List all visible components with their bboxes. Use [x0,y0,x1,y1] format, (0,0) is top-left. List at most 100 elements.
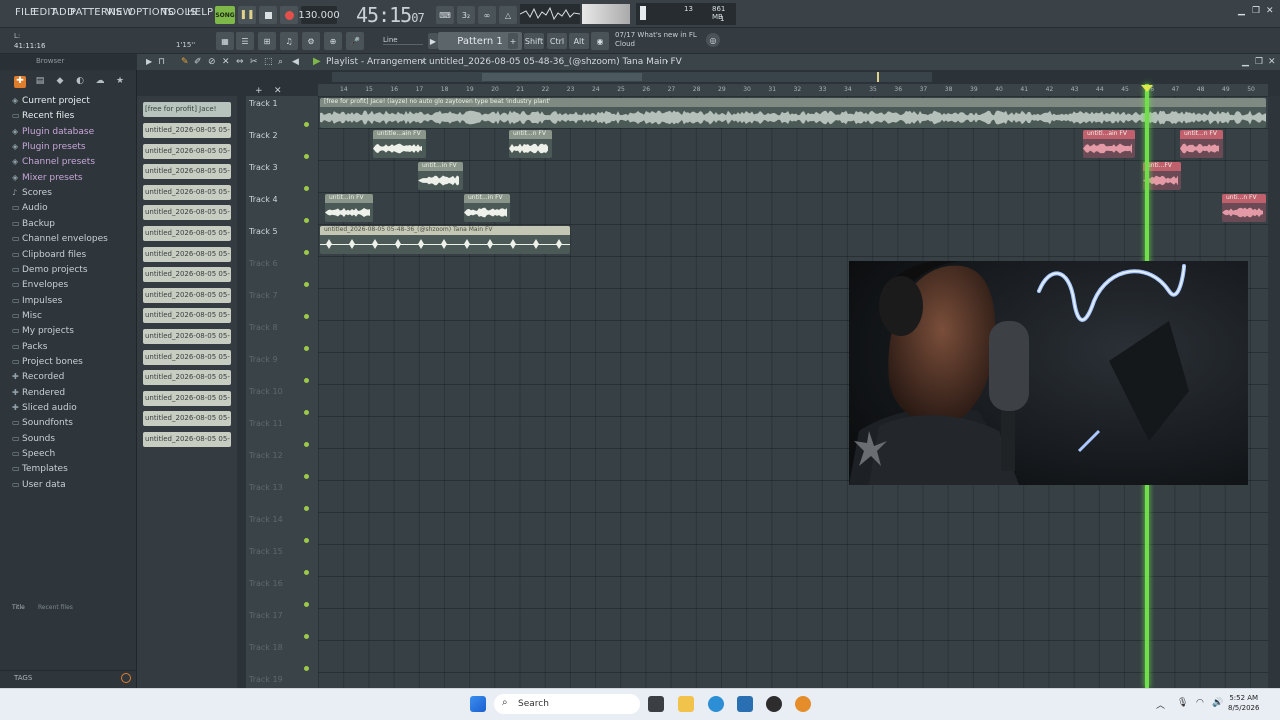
track-label[interactable]: Track 15 [249,547,283,556]
clip-track5-vocal[interactable]: untitled_2026-08-05 05-48-36_(@shzoom) T… [320,226,570,254]
clip-track4-a[interactable]: untit...in FV [325,194,373,222]
track-label[interactable]: Track 7 [249,291,278,300]
picker-item[interactable]: untitled_2026-08-05 05- [143,123,231,138]
typing-keyboard-icon[interactable]: ⌨ [436,6,454,24]
clip-track4-b[interactable]: untit...in FV [464,194,510,222]
step-icon[interactable]: 3₂ [457,6,475,24]
task-view-icon[interactable] [648,696,664,712]
picker-item[interactable]: untitled_2026-08-05 05- [143,287,231,303]
wifi-icon[interactable]: ◠ [1196,698,1204,708]
record-button[interactable] [280,6,298,24]
browser-item-audio[interactable]: ▭ Audio [12,203,48,213]
browser-item-packs[interactable]: ▭ Packs [12,342,47,352]
pause-button[interactable]: ❚❚ [238,6,256,24]
playlist-menu-icon[interactable]: ▶ [146,57,152,66]
playlist-close-icon[interactable]: ✕ [1268,57,1276,67]
overview-window[interactable] [482,73,642,81]
track-label[interactable]: Track 14 [249,515,283,524]
picker-item[interactable]: untitled_2026-08-05 05- [143,184,231,200]
news-panel[interactable]: 07/17 What's new in FL Cloud [615,31,697,49]
track-mute-led[interactable] [304,186,309,191]
track-label[interactable]: Track 18 [249,643,283,652]
plugin-picker-icon[interactable]: ⚙ [302,32,320,50]
track-label[interactable]: Track 3 [249,163,278,172]
track-label[interactable]: Track 1 [249,99,278,108]
browser-item-channel-presets[interactable]: ◈ Channel presets [12,157,95,167]
tempo-display[interactable]: 130.000 [298,6,340,24]
slice-tool-icon[interactable]: ✂ [250,57,258,67]
picker-item[interactable]: untitled_2026-08-05 05- [143,205,231,221]
playlist-overview[interactable] [332,72,932,82]
song-position-display[interactable]: 45:1507 [356,3,425,27]
browser-item-mixer-presets[interactable]: ◈ Mixer presets [12,173,83,183]
browser-item-soundfonts[interactable]: ▭ Soundfonts [12,418,73,428]
track-mute-led[interactable] [304,442,309,447]
picker-item[interactable]: untitled_2026-08-05 05- [143,411,231,427]
browser-item-rendered[interactable]: ✚ Rendered [12,388,65,398]
fl-studio-icon[interactable] [795,696,811,712]
playlist-play-icon[interactable]: ▶ [313,56,321,67]
browser-files-icon[interactable]: ▤ [34,76,46,88]
playlist-scrollbar[interactable] [1268,96,1280,688]
track-mute-led[interactable] [304,346,309,351]
browser-item-current-project[interactable]: ◈ Current project [12,96,90,106]
store-icon[interactable] [737,696,753,712]
zoom-tool-icon[interactable]: ⌕ [278,57,283,67]
delete-tool-icon[interactable]: ⊘ [208,57,216,67]
picker-item[interactable]: untitled_2026-08-05 05- [143,246,231,262]
close-icon[interactable]: ✕ [1266,6,1274,16]
track-label[interactable]: Track 13 [249,483,283,492]
picker-item[interactable]: untitled_2026-08-05 05- [143,329,231,344]
clip-red-4[interactable]: unti...n FV [1222,194,1266,222]
edge-icon[interactable] [708,696,724,712]
select-tool-icon[interactable]: ⬚ [264,57,273,67]
track-label[interactable]: Track 16 [249,579,283,588]
track-label[interactable]: Track 6 [249,259,278,268]
track-mute-led[interactable] [304,122,309,127]
channel-rack-icon[interactable]: ☰ [236,32,254,50]
track-label[interactable]: Track 19 [249,675,283,684]
clip-track1-beat[interactable]: [free for profit] Jace! (iayze) no auto … [320,98,1266,128]
mixer-icon[interactable]: ⊞ [258,32,276,50]
browser-sounds-icon[interactable]: ◐ [74,76,86,88]
track-label[interactable]: Track 10 [249,387,283,396]
track-mute-led[interactable] [304,474,309,479]
taskbar-clock[interactable]: 5:52 AM 8/5/2026 [1228,693,1259,713]
picker-item[interactable]: untitled_2026-08-05 05- [143,143,231,159]
browser-item-recorded[interactable]: ✚ Recorded [12,372,64,382]
track-label[interactable]: Track 9 [249,355,278,364]
draw-tool-icon[interactable]: ✎ [181,57,189,67]
paint-tool-icon[interactable]: ✐ [194,57,202,67]
piano-roll-icon[interactable]: ♫ [280,32,298,50]
playlist-minimize-icon[interactable]: ▁ [1242,57,1249,67]
pattern-add-icon[interactable]: + [508,33,518,49]
picker-item[interactable]: untitled_2026-08-05 05- [143,267,231,283]
browser-item-project-bones[interactable]: ▭ Project bones [12,357,83,367]
track-mute-led[interactable] [304,634,309,639]
microphone-tray-icon[interactable]: 🎙 [1177,698,1188,708]
browser-item-user-data[interactable]: ▭ User data [12,480,66,490]
picker-item[interactable]: untitled_2026-08-05 05- [143,308,231,324]
browser-item-plugin-presets[interactable]: ◈ Plugin presets [12,142,86,152]
browser-item-impulses[interactable]: ▭ Impulses [12,296,62,306]
track-mute-led[interactable] [304,666,309,671]
volume-icon[interactable]: 🔊 [1212,698,1223,708]
clear-track-icon[interactable]: ✕ [274,86,282,96]
microphone-icon[interactable]: 🎤 [346,32,364,50]
track-mute-led[interactable] [304,378,309,383]
track-mute-led[interactable] [304,538,309,543]
shift-key-button[interactable]: Shift [524,33,544,49]
browser-item-my-projects[interactable]: ▭ My projects [12,326,74,336]
browser-item-sounds[interactable]: ▭ Sounds [12,434,55,444]
master-volume-meter[interactable] [582,4,630,24]
track-mute-led[interactable] [304,506,309,511]
clip-track3[interactable]: untit...in FV [418,162,463,190]
picker-item[interactable]: untitled_2026-08-05 05- [143,370,231,386]
track-label[interactable]: Track 2 [249,131,278,140]
loop-record-icon[interactable]: ∞ [478,6,496,24]
menu-help[interactable]: HELP [187,7,213,18]
track-mute-led[interactable] [304,282,309,287]
track-label[interactable]: Track 11 [249,419,283,428]
browser-icon[interactable]: ⊕ [324,32,342,50]
playlist-maximize-icon[interactable]: ❐ [1255,57,1263,67]
